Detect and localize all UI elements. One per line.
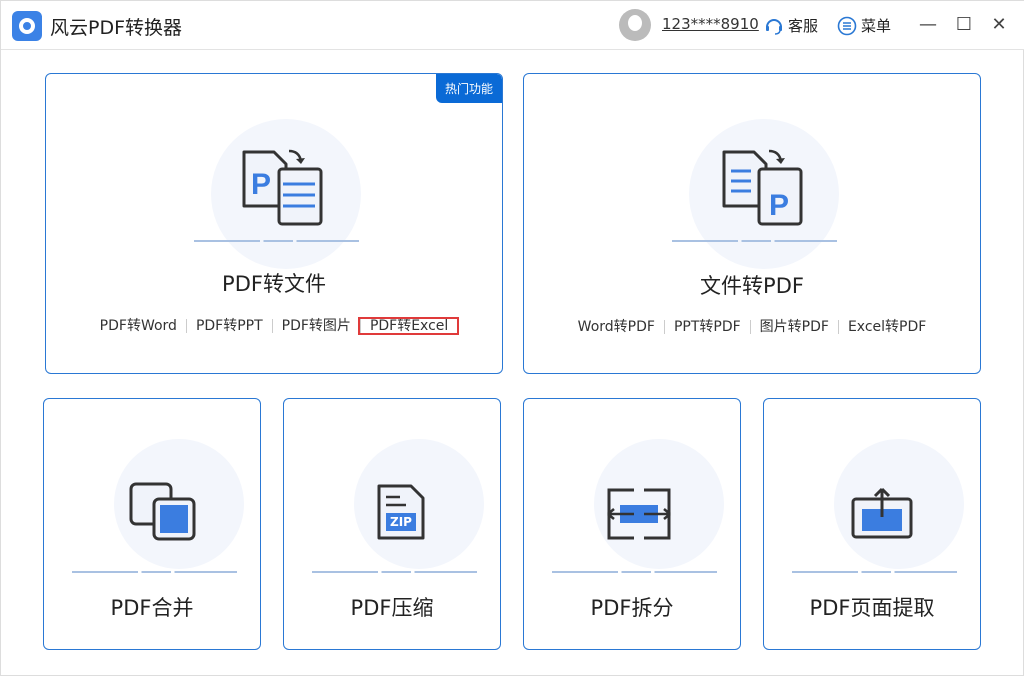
- pdf-merge-card[interactable]: PDF合并: [43, 398, 261, 650]
- avatar[interactable]: [619, 9, 651, 41]
- card-title: PDF合并: [110, 596, 194, 620]
- user-account-link[interactable]: 123****8910: [662, 15, 759, 33]
- card-title: PDF压缩: [350, 596, 434, 620]
- svg-text:P: P: [251, 168, 271, 201]
- ppt-to-pdf-link[interactable]: PPT转PDF: [663, 320, 750, 334]
- pdf-to-file-card[interactable]: 热门功能 P PDF转文件 PDF转Word PDF转PPT PDF转图片 PD…: [45, 73, 503, 374]
- minimize-button[interactable]: —: [916, 13, 940, 37]
- pdf-to-ppt-link[interactable]: PDF转PPT: [185, 319, 272, 333]
- pdf-to-file-icon: P: [242, 149, 323, 226]
- word-to-pdf-link[interactable]: Word转PDF: [569, 320, 664, 334]
- pdf-to-excel-link[interactable]: PDF转Excel: [357, 317, 460, 335]
- card-title: PDF页面提取: [809, 596, 935, 620]
- app-logo-icon: [12, 11, 42, 41]
- customer-service-button[interactable]: 客服: [764, 15, 818, 36]
- list-menu-icon: [837, 16, 857, 35]
- excel-to-pdf-link[interactable]: Excel转PDF: [837, 320, 935, 334]
- file-to-pdf-card[interactable]: P 文件转PDF Word转PDF PPT转PDF 图片转PDF Excel转P…: [523, 73, 981, 374]
- headset-icon: [766, 18, 782, 35]
- pdf-split-card[interactable]: PDF拆分: [523, 398, 741, 650]
- svg-text:P: P: [769, 189, 789, 222]
- pdf-page-extract-card[interactable]: PDF页面提取: [763, 398, 981, 650]
- menu-button[interactable]: 菜单: [837, 15, 891, 36]
- zip-file-icon: [377, 484, 425, 540]
- split-icon: [607, 488, 671, 540]
- pdf-compress-card[interactable]: ZIP PDF压缩: [283, 398, 501, 650]
- pdf-to-word-link[interactable]: PDF转Word: [91, 319, 186, 333]
- merge-icon: [129, 482, 196, 541]
- zip-label: ZIP: [390, 515, 412, 529]
- card-title: 文件转PDF: [700, 274, 804, 298]
- extract-icon: [851, 487, 913, 539]
- card-title: PDF转文件: [222, 272, 326, 296]
- file-to-pdf-icon: P: [722, 149, 803, 226]
- pdf-to-image-link[interactable]: PDF转图片: [271, 319, 360, 333]
- image-to-pdf-link[interactable]: 图片转PDF: [749, 320, 838, 334]
- app-title: 风云PDF转换器: [50, 17, 183, 39]
- card-title: PDF拆分: [590, 596, 674, 620]
- menu-label: 菜单: [861, 17, 892, 35]
- title-bar: 风云PDF转换器 123****8910 客服 菜单 — ☐ ✕: [1, 1, 1024, 50]
- hot-feature-badge: 热门功能: [435, 74, 502, 103]
- close-button[interactable]: ✕: [987, 13, 1011, 37]
- customer-service-label: 客服: [788, 17, 819, 35]
- maximize-button[interactable]: ☐: [952, 13, 976, 37]
